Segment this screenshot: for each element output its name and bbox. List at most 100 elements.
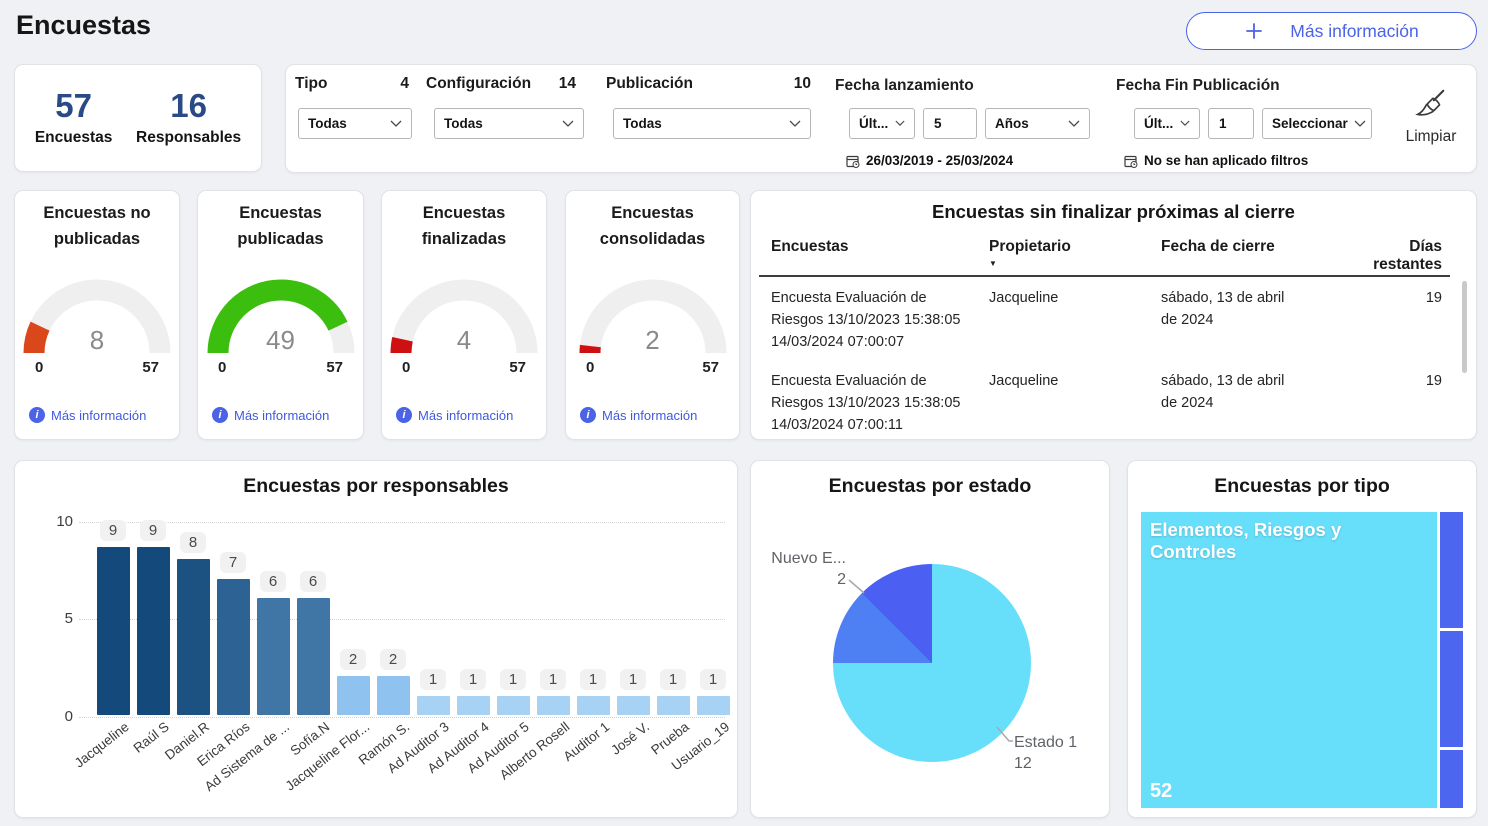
info-icon: i (396, 407, 412, 423)
table-row: Encuesta Evaluación de Riesgos 13/10/202… (771, 283, 1442, 366)
bar-column: 1Ad Auditor 4 (453, 520, 493, 715)
y-axis-tick: 10 (39, 513, 73, 530)
fecha-fin-number-input[interactable]: 1 (1208, 108, 1254, 139)
bar-value-chip: 9 (140, 520, 166, 541)
filter-configuracion-label: Configuración (426, 75, 531, 93)
column-header-encuestas[interactable]: Encuestas (771, 238, 989, 274)
bar-value-chip: 9 (100, 520, 126, 541)
gauge-value: 49 (198, 325, 363, 356)
treemap-tile[interactable] (1440, 631, 1463, 747)
kpi-encuestas: 57 Encuestas (35, 85, 113, 147)
gridline (79, 717, 725, 718)
gauge-more-info-link[interactable]: i Más información (396, 407, 513, 423)
bar[interactable] (297, 598, 330, 715)
filter-tipo-dropdown[interactable]: Todas (298, 108, 412, 139)
treemap-side-column (1440, 512, 1463, 808)
table-scrollbar[interactable] (1462, 281, 1467, 373)
gauge-max: 57 (509, 359, 526, 376)
table-header: Encuestas Propietario ▼ Fecha de cierre … (771, 238, 1442, 274)
kpi-encuestas-value: 57 (35, 85, 113, 126)
gauge-title: Encuestas consolidadas (566, 201, 739, 252)
treemap-tile[interactable] (1440, 512, 1463, 628)
chevron-down-icon (1068, 120, 1080, 128)
column-header-fecha[interactable]: Fecha de cierre (1161, 238, 1341, 274)
gauge-more-info-link[interactable]: i Más información (580, 407, 697, 423)
filter-publicacion-dropdown[interactable]: Todas (613, 108, 811, 139)
bar-column: 6Ad Sistema de ... (253, 520, 293, 715)
more-info-label: Más información (1290, 21, 1418, 42)
bar-column: 2Ramón S. (373, 520, 413, 715)
bar[interactable] (497, 696, 530, 716)
filter-publicacion-label: Publicación (606, 75, 693, 93)
gauge-min: 0 (586, 359, 594, 376)
bar[interactable] (657, 696, 690, 716)
page-title: Encuestas (16, 10, 151, 41)
bar[interactable] (417, 696, 450, 716)
table-card: Encuestas sin finalizar próximas al cier… (750, 190, 1477, 440)
y-axis-tick: 0 (39, 708, 73, 725)
column-header-dias[interactable]: Días restantes (1341, 238, 1442, 274)
fecha-lanzamiento-mode-dropdown[interactable]: Últ... (849, 108, 915, 139)
table-body: Encuesta Evaluación de Riesgos 13/10/202… (771, 283, 1442, 439)
pie-label-nuevo: Nuevo E... 2 (751, 549, 846, 591)
bar[interactable] (577, 696, 610, 716)
filter-bar: Tipo 4 Todas Configuración 14 Todas Publ… (285, 64, 1477, 173)
chevron-down-icon (789, 120, 801, 128)
bar-value-chip: 1 (660, 669, 686, 690)
filter-fecha-fin-label: Fecha Fin Publicación (1116, 77, 1280, 95)
bar[interactable] (137, 547, 170, 715)
bar[interactable] (217, 579, 250, 716)
bar[interactable] (377, 676, 410, 715)
bar[interactable] (257, 598, 290, 715)
chevron-down-icon (562, 120, 574, 128)
limpiar-button[interactable]: Limpiar (1392, 87, 1470, 146)
bar[interactable] (97, 547, 130, 715)
bar-value-chip: 1 (540, 669, 566, 690)
gauge-value: 2 (566, 325, 739, 356)
filter-fecha-lanzamiento-label: Fecha lanzamiento (835, 77, 974, 95)
bar-value-chip: 1 (700, 669, 726, 690)
gauge-value: 8 (15, 325, 179, 356)
bar[interactable] (617, 696, 650, 716)
bar-column: 7Erica Ríos (213, 520, 253, 715)
filter-configuracion-dropdown[interactable]: Todas (434, 108, 584, 139)
bar[interactable] (337, 676, 370, 715)
pie-chart[interactable] (833, 564, 1031, 762)
fecha-lanzamiento-number-input[interactable]: 5 (923, 108, 977, 139)
kpi-card: 57 Encuestas 16 Responsables (14, 64, 262, 172)
column-header-propietario[interactable]: Propietario ▼ (989, 238, 1161, 274)
bar-column: 1Auditor 1 (573, 520, 613, 715)
info-icon: i (212, 407, 228, 423)
bar-value-chip: 8 (180, 532, 206, 553)
bar-value-chip: 2 (380, 649, 406, 670)
kpi-responsables-label: Responsables (136, 129, 241, 147)
fecha-fin-unit-dropdown[interactable]: Seleccionar (1262, 108, 1372, 139)
bar[interactable] (177, 559, 210, 715)
bar-column: 1Ad Auditor 5 (493, 520, 533, 715)
bar[interactable] (697, 696, 730, 716)
fecha-lanzamiento-unit-dropdown[interactable]: Años (985, 108, 1090, 139)
gauge-card-consolidadas: Encuestas consolidadas 2 0 57 i Más info… (565, 190, 740, 440)
bar-column: 9Raúl S (133, 520, 173, 715)
bar-value-chip: 6 (300, 571, 326, 592)
bar-column: 9Jacqueline (93, 520, 133, 715)
bar[interactable] (457, 696, 490, 716)
treemap-card: Encuestas por tipo Elementos, Riesgos y … (1127, 460, 1477, 818)
info-icon: i (29, 407, 45, 423)
treemap-tile-main[interactable]: Elementos, Riesgos y Controles 52 (1141, 512, 1437, 808)
table-row: Encuesta Evaluación de Riesgos 13/10/202… (771, 366, 1442, 439)
gauge-more-info-link[interactable]: i Más información (29, 407, 146, 423)
treemap-tile[interactable] (1440, 750, 1463, 808)
bar[interactable] (537, 696, 570, 716)
filter-tipo-count: 4 (400, 75, 409, 93)
treemap-tile-label: Elementos, Riesgos y Controles (1150, 519, 1431, 563)
sort-descending-icon: ▼ (989, 259, 1161, 268)
bar-plot-area: 9Jacqueline9Raúl S8Daniel.R7Erica Ríos6A… (93, 520, 733, 715)
gauge-more-info-link[interactable]: i Más información (212, 407, 329, 423)
gauge-title: Encuestas no publicadas (15, 201, 179, 252)
gauge-card-no-publicadas: Encuestas no publicadas 8 0 57 i Más inf… (14, 190, 180, 440)
gauge-title: Encuestas finalizadas (382, 201, 546, 252)
fecha-fin-mode-dropdown[interactable]: Últ... (1134, 108, 1200, 139)
more-info-button[interactable]: Más información (1186, 12, 1477, 50)
bar-chart-card: Encuestas por responsables 10 5 0 9Jacqu… (14, 460, 738, 818)
